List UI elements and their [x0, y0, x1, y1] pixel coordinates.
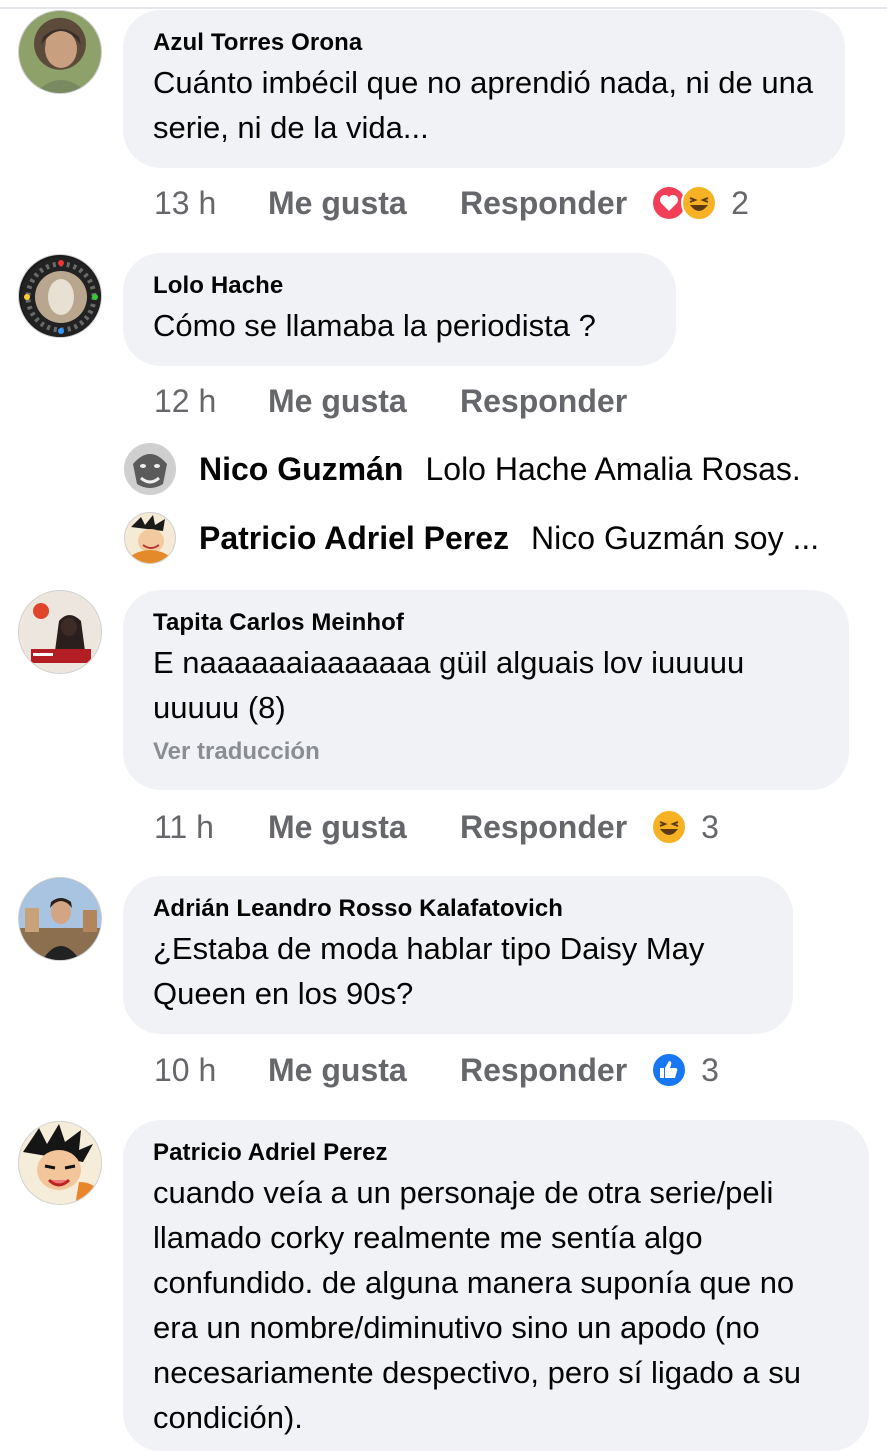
- comment-author[interactable]: Adrián Leandro Rosso Kalafatovich: [153, 894, 763, 924]
- haha-reaction-icon: [651, 809, 688, 845]
- comment-time[interactable]: 11 h: [154, 809, 268, 846]
- reply-button[interactable]: Responder: [460, 185, 627, 222]
- reply-button[interactable]: Responder: [460, 383, 627, 420]
- comment-text: E naaaaaaiaaaaaaa güil alguais lov iuuuu…: [153, 645, 745, 725]
- comment-text: ¿Estaba de moda hablar tipo Daisy May Qu…: [153, 931, 705, 1011]
- like-button[interactable]: Me gusta: [268, 809, 460, 846]
- comment-text: cuando veía a un personaje de otra serie…: [153, 1175, 801, 1435]
- comment-author[interactable]: Patricio Adriel Perez: [153, 1138, 839, 1168]
- avatar[interactable]: [124, 443, 176, 495]
- avatar[interactable]: [18, 10, 102, 94]
- reactions-summary[interactable]: 2: [651, 185, 749, 222]
- like-reaction-icon: [651, 1052, 688, 1088]
- comment-bubble: Adrián Leandro Rosso Kalafatovich ¿Estab…: [123, 876, 793, 1034]
- comment-bubble: Patricio Adriel Perez cuando veía a un p…: [123, 1120, 869, 1451]
- reply-preview[interactable]: Patricio Adriel Perez Nico Guzmán soy ..…: [124, 511, 819, 565]
- comment-actions: 12 h Me gusta Responder: [154, 381, 651, 421]
- reply-button[interactable]: Responder: [460, 1052, 627, 1089]
- avatar[interactable]: [124, 512, 176, 564]
- avatar[interactable]: [18, 254, 102, 338]
- avatar[interactable]: [18, 590, 102, 674]
- reply-author[interactable]: Nico Guzmán: [199, 451, 403, 488]
- reaction-count: 3: [701, 1051, 719, 1088]
- comment-time[interactable]: 13 h: [154, 185, 268, 222]
- like-button[interactable]: Me gusta: [268, 1052, 460, 1089]
- haha-reaction-icon: [681, 185, 718, 221]
- reply-author[interactable]: Patricio Adriel Perez: [199, 520, 509, 557]
- reaction-count: 2: [731, 184, 749, 221]
- avatar[interactable]: [18, 1121, 102, 1205]
- like-button[interactable]: Me gusta: [268, 185, 460, 222]
- comment-author[interactable]: Tapita Carlos Meinhof: [153, 608, 819, 638]
- reply-preview[interactable]: Nico Guzmán Lolo Hache Amalia Rosas.: [124, 442, 801, 496]
- reactions-summary[interactable]: 3: [651, 809, 719, 846]
- avatar[interactable]: [18, 877, 102, 961]
- comment-actions: 10 h Me gusta Responder 3: [154, 1050, 719, 1090]
- comment-bubble: Lolo Hache Cómo se llamaba la periodista…: [123, 253, 676, 366]
- reaction-count: 3: [701, 808, 719, 845]
- comment-time[interactable]: 10 h: [154, 1052, 268, 1089]
- reactions-summary[interactable]: 3: [651, 1052, 719, 1089]
- comment-time[interactable]: 12 h: [154, 383, 268, 420]
- reply-text: Nico Guzmán soy ...: [531, 519, 820, 556]
- comment-bubble: Tapita Carlos Meinhof E naaaaaaiaaaaaaa …: [123, 590, 849, 790]
- comment-text: Cuánto imbécil que no aprendió nada, ni …: [153, 65, 814, 145]
- comment-author[interactable]: Azul Torres Orona: [153, 28, 815, 58]
- comment-author[interactable]: Lolo Hache: [153, 271, 646, 301]
- like-button[interactable]: Me gusta: [268, 383, 460, 420]
- comment-bubble: Azul Torres Orona Cuánto imbécil que no …: [123, 10, 845, 168]
- see-translation-link[interactable]: Ver traducción: [153, 738, 819, 766]
- comment-actions: 11 h Me gusta Responder 3: [154, 807, 719, 847]
- reply-button[interactable]: Responder: [460, 809, 627, 846]
- comment-text: Cómo se llamaba la periodista ?: [153, 308, 596, 343]
- top-divider: [0, 7, 887, 9]
- comment-actions: 13 h Me gusta Responder 2: [154, 183, 749, 223]
- reply-text: Lolo Hache Amalia Rosas.: [425, 450, 801, 487]
